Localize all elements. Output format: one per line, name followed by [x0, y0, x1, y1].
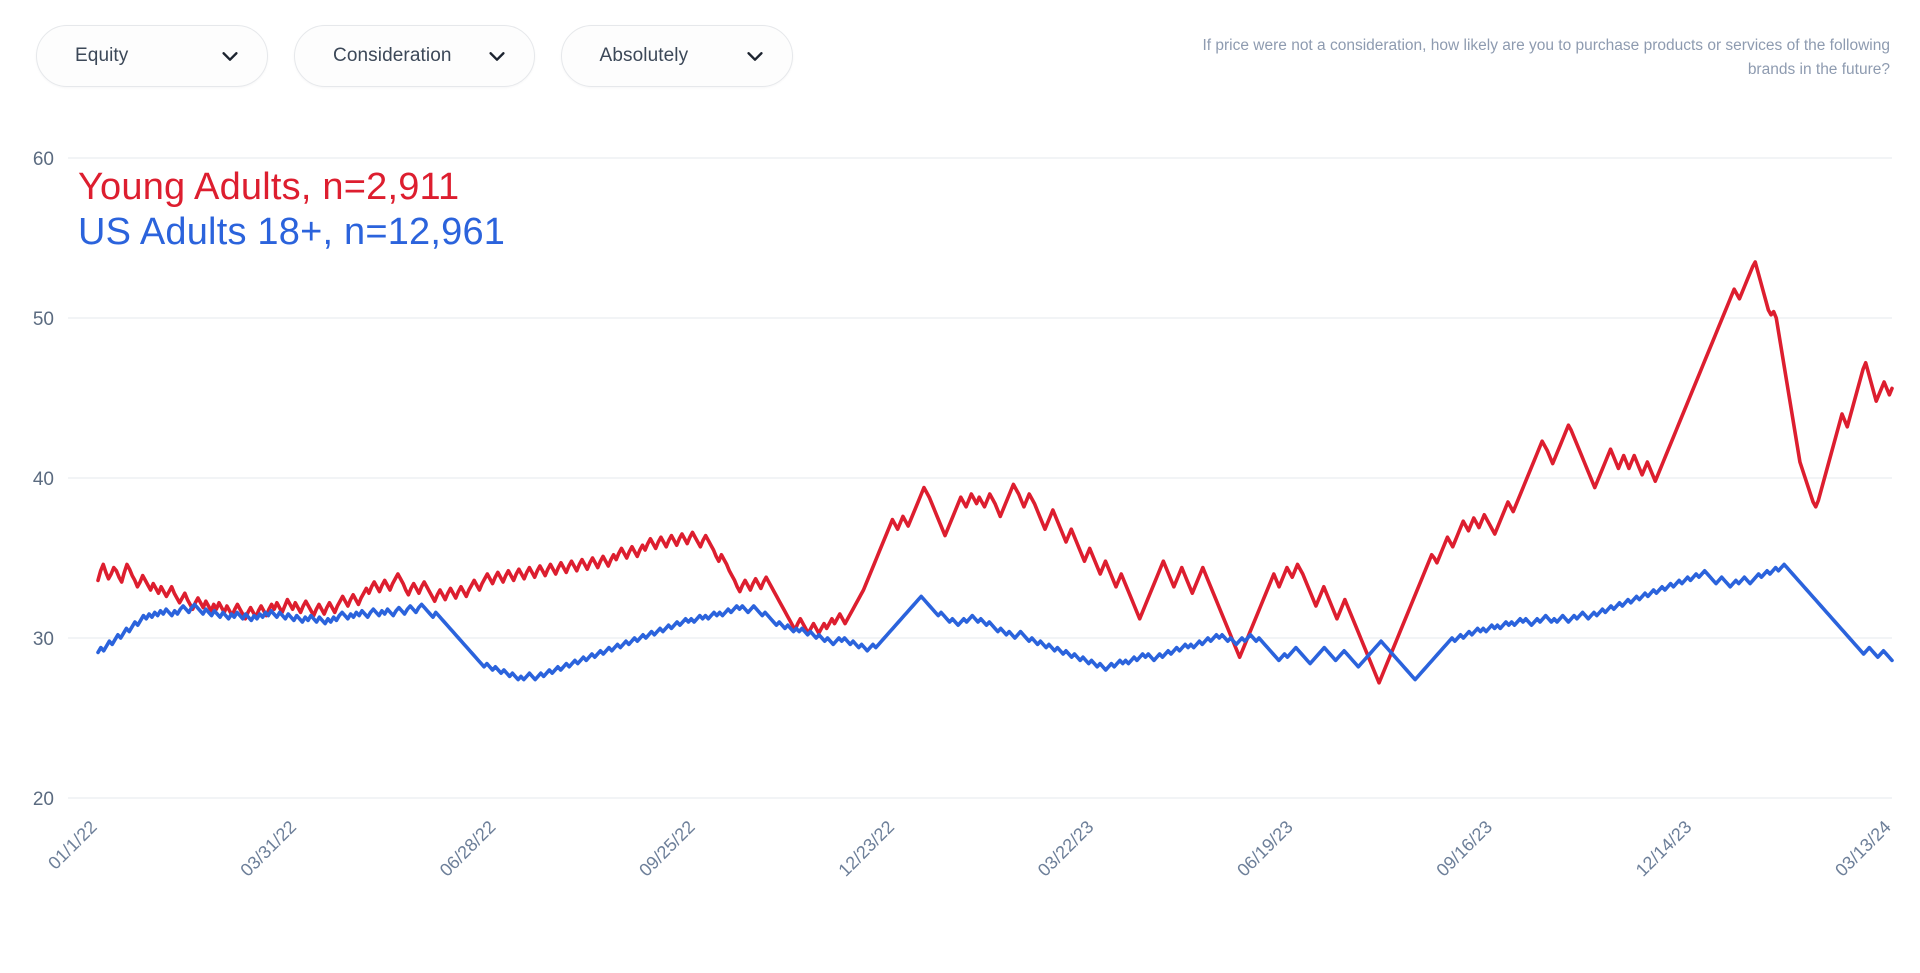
y-axis-tick-label: 60 [33, 149, 54, 170]
x-axis-tick-label: 12/14/23 [1632, 817, 1696, 881]
x-axis-tick-label: 01/1/22 [44, 817, 101, 874]
y-axis-tick-label: 20 [33, 789, 54, 810]
funnel-dropdown-value: Consideration [333, 45, 452, 66]
x-axis-tick-label: 06/28/22 [436, 817, 500, 881]
gridlines [68, 157, 1892, 799]
timeseries-chart: 20 30 40 50 60 01/1/22 03/31/22 06/28/22 09/25/… [0, 118, 1920, 973]
x-axis-tick-labels: 01/1/22 03/31/22 06/28/22 09/25/22 12/23/22 0… [44, 817, 1895, 881]
x-axis-tick-label: 12/23/22 [834, 817, 898, 881]
filter-group: Equity Consideration Absolutely [36, 25, 793, 87]
metric-dropdown[interactable]: Equity [36, 25, 268, 87]
chart-canvas: 20 30 40 50 60 01/1/22 03/31/22 06/28/22 09/25/… [33, 149, 1895, 881]
y-axis-tick-label: 30 [33, 629, 54, 650]
y-axis-tick-label: 40 [33, 469, 54, 490]
response-dropdown[interactable]: Absolutely [560, 25, 793, 87]
y-axis-tick-labels: 20 30 40 50 60 [33, 149, 54, 810]
response-dropdown-value: Absolutely [599, 45, 689, 66]
series-lines [96, 260, 1894, 685]
x-axis-tick-label: 06/19/23 [1233, 817, 1297, 881]
series-line [96, 260, 1894, 685]
survey-question-line1: If price were not a consideration, how l… [1202, 37, 1800, 54]
survey-question: If price were not a consideration, how l… [1190, 25, 1890, 82]
x-axis-tick-label: 09/16/23 [1432, 817, 1496, 881]
y-axis-tick-label: 50 [33, 309, 54, 330]
funnel-dropdown[interactable]: Consideration [294, 25, 535, 87]
x-axis-tick-label: 03/31/22 [236, 817, 300, 881]
chevron-down-icon [486, 45, 508, 67]
x-axis-tick-label: 09/25/22 [635, 817, 699, 881]
chevron-down-icon [744, 45, 766, 67]
chevron-down-icon [219, 45, 241, 67]
metric-dropdown-value: Equity [75, 45, 129, 66]
x-axis-tick-label: 03/13/24 [1831, 817, 1895, 881]
series-line [96, 562, 1894, 682]
filter-toolbar: Equity Consideration Absolutely If price… [0, 0, 1920, 118]
x-axis-tick-label: 03/22/23 [1034, 817, 1098, 881]
